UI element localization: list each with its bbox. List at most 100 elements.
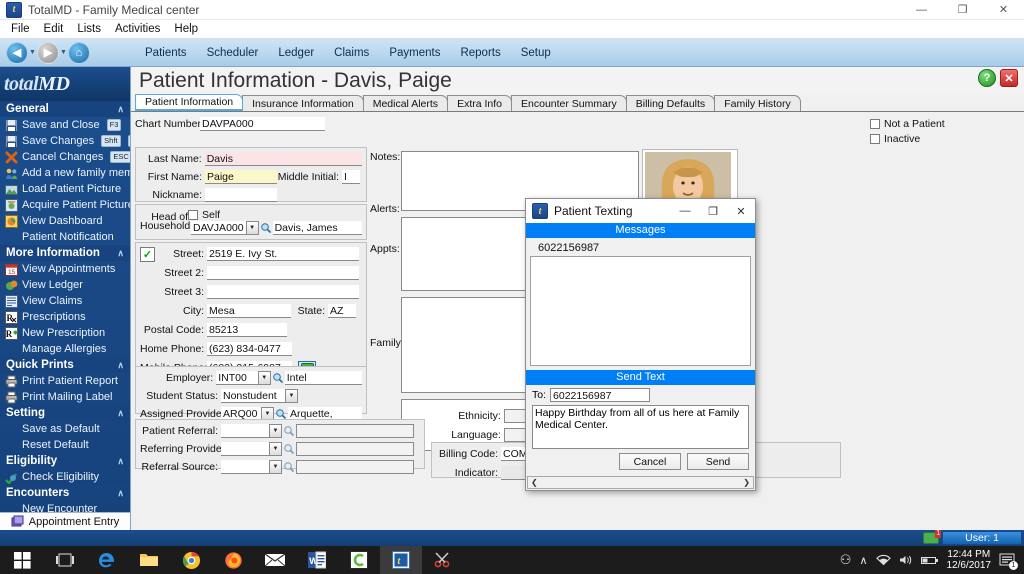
mail-icon[interactable] — [254, 546, 296, 574]
sidebar-section-more-information[interactable]: More Information ∧ — [0, 245, 130, 261]
snip-icon[interactable] — [422, 546, 464, 574]
search-icon[interactable] — [259, 221, 273, 235]
sidebar-section-quick-prints[interactable]: Quick Prints ∧ — [0, 357, 130, 373]
c-app-icon[interactable] — [338, 546, 380, 574]
cancel-button[interactable]: Cancel — [619, 453, 681, 470]
referring-provider-name-input[interactable] — [296, 442, 414, 456]
edge-icon[interactable] — [86, 546, 128, 574]
battery-icon[interactable] — [920, 555, 939, 566]
chart-number-input[interactable]: DAVPA000 — [200, 116, 325, 131]
sms-notification-icon[interactable]: 1 — [923, 530, 942, 544]
chevron-up-icon[interactable]: ∧ — [117, 408, 124, 419]
forward-icon[interactable]: ▶ — [37, 41, 59, 64]
state-input[interactable]: AZ — [328, 304, 356, 318]
tab-extra-info[interactable]: Extra Info — [447, 95, 513, 111]
people-icon[interactable]: ⚇ — [840, 552, 852, 568]
clock[interactable]: 12:44 PM 12/6/2017 — [947, 549, 992, 571]
sidebar-item-view-appointments[interactable]: 15 View Appointments — [0, 261, 130, 277]
patient-referral-input[interactable] — [221, 424, 269, 438]
module-setup[interactable]: Setup — [512, 44, 560, 62]
file-explorer-icon[interactable] — [128, 546, 170, 574]
postal-code-input[interactable]: 85213 — [207, 323, 287, 337]
scroll-left-icon[interactable]: ❮ — [528, 478, 538, 487]
chevron-up-icon[interactable]: ∧ — [117, 104, 124, 115]
sidebar-item-print-mailing-label[interactable]: Print Mailing Label — [0, 389, 130, 405]
sidebar-item-load-patient-picture[interactable]: Load Patient Picture — [0, 181, 130, 197]
word-icon[interactable]: W — [296, 546, 338, 574]
tab-insurance-information[interactable]: Insurance Information — [242, 95, 364, 111]
street-input[interactable]: 2519 E. Ivy St. — [207, 247, 359, 261]
sidebar-item-add-a-new-family-member[interactable]: Add a new family member — [0, 165, 130, 181]
messages-listbox[interactable] — [530, 256, 751, 366]
maximize-icon[interactable]: ❐ — [942, 0, 983, 20]
sidebar-item-save-as-default[interactable]: Save as Default — [0, 421, 130, 437]
forward-history-chevron-down-icon[interactable]: ▼ — [60, 49, 67, 56]
first-name-input[interactable]: Paige — [205, 170, 277, 184]
module-patients[interactable]: Patients — [136, 44, 196, 62]
module-claims[interactable]: Claims — [325, 44, 378, 62]
search-icon[interactable] — [271, 371, 285, 385]
task-view-icon[interactable] — [44, 546, 86, 574]
referral-source-name-input[interactable] — [296, 460, 414, 474]
wifi-icon[interactable] — [875, 554, 891, 566]
chevron-up-icon[interactable]: ∧ — [117, 488, 124, 499]
sidebar-item-reset-default[interactable]: Reset Default — [0, 437, 130, 453]
module-payments[interactable]: Payments — [380, 44, 449, 62]
minimize-icon[interactable]: — — [901, 0, 942, 20]
tab-billing-defaults[interactable]: Billing Defaults — [625, 95, 716, 111]
patient-referral-name-input[interactable] — [296, 424, 414, 438]
sidebar-item-view-claims[interactable]: View Claims — [0, 293, 130, 309]
tab-family-history[interactable]: Family History — [714, 95, 801, 111]
sidebar-item-view-dashboard[interactable]: View Dashboard — [0, 213, 130, 229]
address-verified-checkbox[interactable]: ✓ — [140, 246, 155, 262]
nickname-input[interactable] — [205, 188, 277, 202]
head-of-household-dropdown-icon[interactable]: ▼ — [245, 221, 259, 235]
sidebar-item-cancel-changes[interactable]: Cancel Changes ESC — [0, 149, 130, 165]
dialog-maximize-icon[interactable]: ❐ — [699, 199, 727, 223]
employer-name-input[interactable]: Intel — [284, 371, 362, 385]
sidebar-item-patient-notification[interactable]: Patient Notification — [0, 229, 130, 245]
menu-item-help[interactable]: Help — [167, 21, 205, 37]
sidebar-item-check-eligibility[interactable]: Check Eligibility — [0, 469, 130, 485]
send-button[interactable]: Send — [687, 453, 749, 470]
sidebar-item-view-ledger[interactable]: View Ledger — [0, 277, 130, 293]
module-ledger[interactable]: Ledger — [269, 44, 323, 62]
close-icon[interactable]: ✕ — [983, 0, 1024, 20]
referring-provider-dropdown-icon[interactable]: ▼ — [269, 442, 282, 456]
module-scheduler[interactable]: Scheduler — [198, 44, 268, 62]
sidebar-item-manage-allergies[interactable]: Manage Allergies — [0, 341, 130, 357]
last-name-input[interactable]: Davis — [204, 152, 362, 166]
sidebar-item-save-and-close[interactable]: Save and Close F3 — [0, 117, 130, 133]
back-icon[interactable]: ◀ — [6, 41, 28, 64]
tab-encounter-summary[interactable]: Encounter Summary — [511, 95, 627, 111]
sidebar-item-prescriptions[interactable]: R Prescriptions — [0, 309, 130, 325]
patient-referral-dropdown-icon[interactable]: ▼ — [269, 424, 282, 438]
appointment-entry-button[interactable]: Appointment Entry — [0, 512, 130, 530]
student-status-input[interactable]: Nonstudent — [221, 389, 285, 403]
employer-dropdown-icon[interactable]: ▼ — [257, 371, 271, 385]
menu-item-edit[interactable]: Edit — [37, 21, 71, 37]
referral-source-input[interactable] — [221, 460, 269, 474]
home-phone-input[interactable]: (623) 834-0477 — [207, 342, 292, 356]
menu-item-lists[interactable]: Lists — [70, 21, 108, 37]
firefox-icon[interactable] — [212, 546, 254, 574]
sidebar-item-save-changes[interactable]: Save ChangesShftF3 — [0, 133, 130, 149]
student-status-dropdown-icon[interactable]: ▼ — [285, 389, 298, 403]
start-icon[interactable] — [0, 546, 44, 574]
search-icon[interactable] — [282, 424, 296, 438]
message-textarea[interactable]: Happy Birthday from all of us here at Fa… — [532, 405, 749, 449]
self-checkbox[interactable] — [188, 209, 198, 220]
sidebar-item-acquire-patient-picture[interactable]: Acquire Patient Picture — [0, 197, 130, 213]
head-of-household-code-input[interactable]: DAVJA000 — [191, 221, 246, 235]
volume-icon[interactable] — [899, 554, 913, 566]
sidebar-item-new-prescription[interactable]: R New Prescription — [0, 325, 130, 341]
module-reports[interactable]: Reports — [451, 44, 509, 62]
city-input[interactable]: Mesa — [207, 304, 291, 318]
close-window-icon[interactable]: ✕ — [1000, 69, 1018, 87]
to-input[interactable]: 6022156987 — [550, 388, 651, 402]
sidebar-section-encounters[interactable]: Encounters ∧ — [0, 485, 130, 501]
dialog-minimize-icon[interactable]: — — [671, 199, 699, 223]
employer-code-input[interactable]: INT00 — [216, 371, 258, 385]
sidebar-section-eligibility[interactable]: Eligibility ∧ — [0, 453, 130, 469]
chevron-up-icon[interactable]: ∧ — [117, 360, 124, 371]
